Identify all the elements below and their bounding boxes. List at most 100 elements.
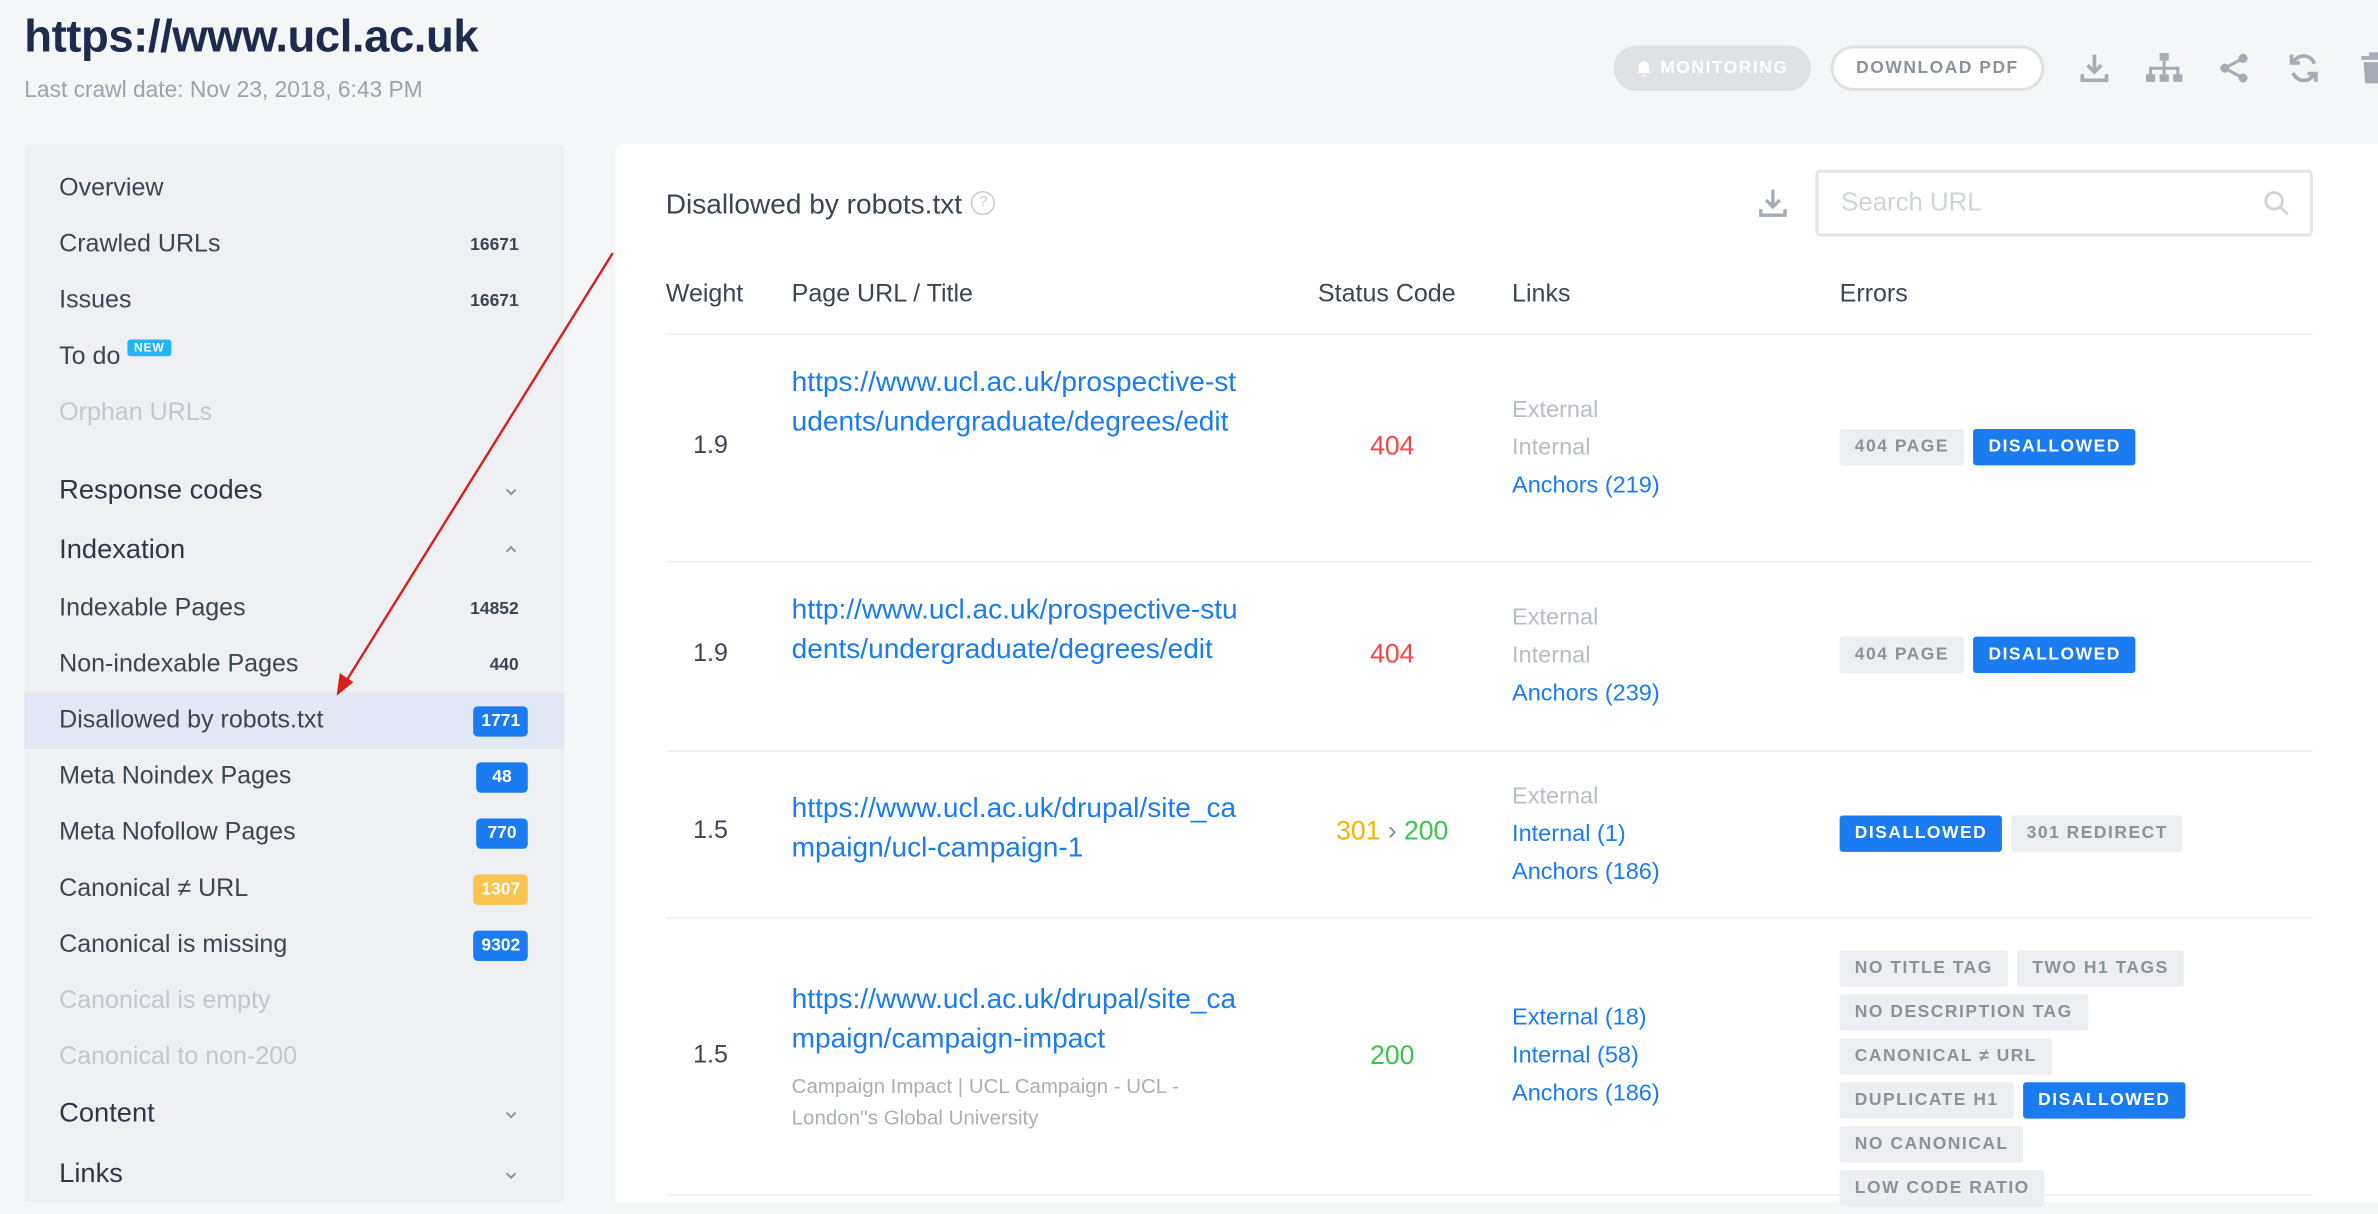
status-code: 301 › 200 — [1316, 815, 1468, 847]
last-crawl-date: Last crawl date: Nov 23, 2018, 6:43 PM — [24, 77, 423, 104]
sidebar-item-non-indexable-pages[interactable]: Non-indexable Pages 440 — [24, 637, 564, 693]
sidebar-item-canonical-empty: Canonical is empty — [24, 973, 564, 1029]
section-indexation[interactable]: Indexation — [24, 521, 564, 577]
section-label: Indexation — [59, 533, 186, 564]
search-box — [1815, 169, 2313, 237]
download-icon[interactable] — [2075, 49, 2114, 88]
anchors-link[interactable]: Anchors (239) — [1512, 674, 1660, 712]
error-tag[interactable]: DISALLOWED — [1839, 815, 2003, 852]
external-links: External — [1512, 783, 1599, 810]
internal-links[interactable]: Internal (58) — [1512, 1037, 1660, 1075]
column-header-url[interactable]: Page URL / Title — [792, 280, 973, 309]
sidebar-item-label: Issues — [59, 286, 132, 314]
download-pdf-button[interactable]: DOWNLOAD PDF — [1830, 45, 2045, 91]
external-links: External — [1512, 397, 1599, 423]
error-tag[interactable]: NO TITLE TAG — [1839, 950, 2009, 987]
sidebar-item-meta-noindex[interactable]: Meta Noindex Pages 48 — [24, 749, 564, 805]
column-header-status[interactable]: Status Code — [1318, 280, 1456, 309]
site-title: https://www.ucl.ac.uk — [24, 12, 479, 63]
internal-links: Internal — [1512, 435, 1591, 461]
sidebar-item-label: Overview — [59, 174, 164, 202]
page-url-link[interactable]: https://www.ucl.ac.uk/drupal/site_campai… — [792, 979, 1247, 1058]
links-cell: External Internal Anchors (239) — [1512, 599, 1660, 713]
sidebar-item-indexable-pages[interactable]: Indexable Pages 14852 — [24, 581, 564, 637]
weight-value: 1.5 — [693, 1041, 728, 1069]
page-url-link[interactable]: https://www.ucl.ac.uk/prospective-studen… — [792, 362, 1247, 441]
chevron-down-icon — [505, 1111, 517, 1118]
sidebar-item-label: Meta Noindex Pages — [59, 762, 292, 790]
sidebar: Overview Crawled URLs 16671 Issues 16671 T… — [24, 143, 565, 1202]
download-icon[interactable] — [1756, 186, 1789, 219]
section-links[interactable]: Links — [24, 1146, 564, 1202]
section-response-codes[interactable]: Response codes — [24, 462, 564, 518]
page-title: Campaign Impact | UCL Campaign - UCL - L… — [791, 1074, 1179, 1130]
monitoring-button[interactable]: MONITORING — [1613, 45, 1811, 91]
error-tag[interactable]: NO DESCRIPTION TAG — [1839, 994, 2088, 1031]
sidebar-item-todo[interactable]: To do NEW — [24, 329, 564, 385]
error-tag[interactable]: DISALLOWED — [1973, 428, 2137, 466]
monitoring-label: MONITORING — [1660, 59, 1789, 78]
weight-value: 1.9 — [693, 639, 728, 667]
errors-cell: NO TITLE TAG TWO H1 TAGS NO DESCRIPTION … — [1839, 950, 2234, 1214]
bell-icon — [1636, 60, 1651, 76]
internal-links: Internal — [1512, 642, 1591, 669]
sidebar-item-meta-nofollow[interactable]: Meta Nofollow Pages 770 — [24, 805, 564, 861]
panel-title: Disallowed by robots.txt? — [666, 188, 996, 221]
sidebar-item-canonical-non-200: Canonical to non-200 — [24, 1029, 564, 1085]
trash-icon[interactable] — [2354, 49, 2378, 88]
sidebar-item-label: To do — [59, 342, 121, 370]
error-tag[interactable]: DISALLOWED — [2022, 1082, 2186, 1119]
links-cell: External Internal (1) Anchors (186) — [1512, 778, 1660, 892]
sidebar-item-label: Non-indexable Pages — [59, 650, 299, 678]
count-badge: 1307 — [473, 873, 528, 905]
app-page: https://www.ucl.ac.uk Last crawl date: N… — [0, 0, 2378, 1207]
external-links[interactable]: External (18) — [1512, 999, 1660, 1037]
sidebar-item-label: Indexable Pages — [59, 594, 246, 622]
column-header-weight[interactable]: Weight — [666, 280, 743, 309]
sidebar-item-count: 16671 — [470, 291, 519, 310]
sidebar-item-issues[interactable]: Issues 16671 — [24, 273, 564, 329]
section-content[interactable]: Content — [24, 1085, 564, 1141]
anchors-link[interactable]: Anchors (219) — [1512, 467, 1660, 505]
status-code: 200 — [1370, 1039, 1415, 1071]
url-cell: https://www.ucl.ac.uk/drupal/site_campai… — [792, 979, 1247, 1134]
search-icon[interactable] — [2263, 189, 2290, 216]
sidebar-item-overview[interactable]: Overview — [24, 161, 564, 217]
links-cell: External Internal Anchors (219) — [1512, 391, 1660, 505]
error-tag[interactable]: 301 REDIRECT — [2011, 815, 2184, 852]
error-tag[interactable]: DUPLICATE H1 — [1839, 1082, 2014, 1119]
panel-title-text: Disallowed by robots.txt — [665, 187, 963, 220]
column-header-errors[interactable]: Errors — [1840, 280, 1908, 309]
error-tag[interactable]: LOW CODE RATIO — [1839, 1170, 2045, 1207]
sidebar-item-label: Canonical to non-200 — [59, 1042, 298, 1071]
error-tag[interactable]: 404 PAGE — [1839, 636, 1965, 673]
error-tag[interactable]: TWO H1 TAGS — [2017, 950, 2184, 987]
weight-value: 1.5 — [693, 816, 728, 845]
sitemap-icon[interactable] — [2144, 49, 2183, 88]
sidebar-item-canonical-not-url[interactable]: Canonical ≠ URL 1307 — [24, 861, 564, 917]
chevron-down-icon — [505, 1171, 517, 1179]
error-tag[interactable]: 404 PAGE — [1839, 428, 1965, 466]
sidebar-item-canonical-missing[interactable]: Canonical is missing 9302 — [24, 917, 564, 973]
sidebar-item-crawled-urls[interactable]: Crawled URLs 16671 — [24, 217, 564, 273]
sidebar-item-label: Canonical is empty — [59, 986, 271, 1015]
page-url-link[interactable]: http://www.ucl.ac.uk/prospective-student… — [792, 590, 1247, 669]
share-icon[interactable] — [2214, 49, 2253, 88]
help-icon[interactable]: ? — [971, 191, 996, 216]
errors-cell: 404 PAGE DISALLOWED — [1839, 428, 2234, 473]
errors-cell: DISALLOWED 301 REDIRECT — [1839, 815, 2234, 859]
refresh-icon[interactable] — [2284, 49, 2323, 88]
internal-links[interactable]: Internal (1) — [1512, 815, 1660, 853]
error-tag[interactable]: NO CANONICAL — [1839, 1126, 2024, 1163]
page-url-link[interactable]: https://www.ucl.ac.uk/drupal/site_campai… — [792, 788, 1247, 867]
count-badge: 1771 — [473, 705, 528, 736]
divider — [665, 560, 2313, 563]
error-tag[interactable]: DISALLOWED — [1973, 636, 2137, 673]
anchors-link[interactable]: Anchors (186) — [1512, 1075, 1660, 1113]
sidebar-item-disallowed[interactable]: Disallowed by robots.txt 1771 — [24, 692, 565, 749]
anchors-link[interactable]: Anchors (186) — [1512, 853, 1660, 891]
error-tag[interactable]: CANONICAL ≠ URL — [1839, 1038, 2053, 1075]
search-input[interactable] — [1838, 172, 2239, 234]
column-header-links[interactable]: Links — [1512, 280, 1570, 309]
divider — [665, 333, 2313, 335]
